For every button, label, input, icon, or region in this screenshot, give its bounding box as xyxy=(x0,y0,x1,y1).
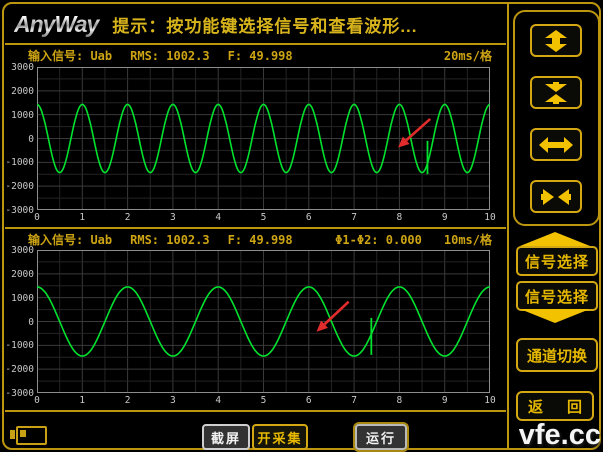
x-tick-label: 8 xyxy=(396,395,403,406)
y-tick-label: 2000 xyxy=(11,85,34,97)
chart2-signal-label: 输入信号: Uab xyxy=(28,233,113,247)
x-tick-label: 5 xyxy=(260,395,267,406)
x-tick-label: 9 xyxy=(441,395,448,406)
x-tick-label: 6 xyxy=(305,212,312,223)
chart1-waveform-plot xyxy=(37,67,490,210)
header-divider xyxy=(5,43,506,45)
back-button-label-right: 回 xyxy=(566,398,582,416)
chart1-rms-value: RMS: 1002.3 xyxy=(130,48,210,63)
x-tick-label: 2 xyxy=(124,212,131,223)
expand-horizontal-button[interactable] xyxy=(530,128,582,161)
expand-vertical-button[interactable] xyxy=(530,24,582,57)
screenshot-button[interactable]: 截屏 xyxy=(202,424,250,450)
x-tick-label: 5 xyxy=(260,212,267,223)
x-tick-label: 3 xyxy=(170,395,176,406)
run-button[interactable]: 运行 xyxy=(355,424,407,450)
prompt-text: 提示：按功能键选择信号和查看波形... xyxy=(112,16,418,36)
anyway-logo: AnyWay xyxy=(14,11,102,38)
signal-select-down-button[interactable]: 信号选择 xyxy=(516,281,598,311)
chart1-freq-value: F: 49.998 xyxy=(227,48,293,63)
y-tick-label: 3000 xyxy=(11,245,34,256)
x-tick-label: 6 xyxy=(305,395,312,406)
chart1-signal-label: 输入信号: Uab xyxy=(28,49,113,63)
chart-divider xyxy=(5,227,506,229)
y-tick-label: -1000 xyxy=(5,157,34,169)
x-tick-label: 1 xyxy=(79,395,86,406)
chart2-info-row: 输入信号: Uab RMS: 1002.3 F: 49.998 Φ1-Φ2: 0… xyxy=(28,231,492,248)
back-button[interactable]: 返 回 xyxy=(516,391,594,421)
chart1-info-row: 输入信号: Uab RMS: 1002.3 F: 49.998 20ms/格 xyxy=(28,47,492,64)
y-tick-label: -2000 xyxy=(5,181,34,193)
x-tick-label: 4 xyxy=(215,395,222,406)
compress-vertical-icon xyxy=(545,81,567,104)
x-tick-label: 0 xyxy=(34,395,40,406)
bottombar-divider xyxy=(5,410,506,412)
y-tick-label: 1000 xyxy=(11,109,34,121)
compress-horizontal-icon xyxy=(541,188,571,205)
vfe-watermark: vfe.cc xyxy=(518,419,601,451)
x-tick-label: 0 xyxy=(34,212,40,223)
x-tick-label: 4 xyxy=(215,212,222,223)
y-tick-label: 2000 xyxy=(11,268,34,280)
signal-select-down-icon[interactable] xyxy=(520,309,590,323)
back-button-label-left: 返 xyxy=(528,398,544,416)
y-tick-label: -1000 xyxy=(5,340,34,352)
signal-select-up-button[interactable]: 信号选择 xyxy=(516,246,598,276)
chart2-timebase: 10ms/格 xyxy=(443,233,492,247)
chart1-timebase: 20ms/格 xyxy=(443,49,492,63)
x-tick-label: 1 xyxy=(79,212,86,223)
x-tick-label: 9 xyxy=(441,212,448,223)
anyway-analyzer-screen: AnyWay 提示：按功能键选择信号和查看波形... 输入信号: Uab RMS… xyxy=(0,0,603,452)
x-tick-label: 10 xyxy=(484,395,496,406)
sidebar-divider xyxy=(507,4,509,448)
y-tick-label: 0 xyxy=(28,316,34,328)
header: AnyWay 提示：按功能键选择信号和查看波形... xyxy=(14,6,502,42)
x-tick-label: 2 xyxy=(124,395,131,406)
x-tick-label: 7 xyxy=(351,212,357,223)
battery-icon xyxy=(10,426,47,445)
chart2-phase-delta: Φ1-Φ2: 0.000 xyxy=(335,232,422,247)
y-tick-label: 3000 xyxy=(11,62,34,73)
x-tick-label: 8 xyxy=(396,212,403,223)
y-tick-label: 0 xyxy=(28,133,34,145)
x-tick-label: 3 xyxy=(170,212,176,223)
chart2-waveform-plot xyxy=(37,250,490,393)
y-tick-label: 1000 xyxy=(11,292,34,304)
channel-switch-button[interactable]: 通道切换 xyxy=(516,338,598,372)
x-tick-label: 10 xyxy=(484,212,496,223)
expand-horizontal-icon xyxy=(539,136,573,153)
compress-vertical-button[interactable] xyxy=(530,76,582,109)
compress-horizontal-button[interactable] xyxy=(530,180,582,213)
x-tick-label: 7 xyxy=(351,395,357,406)
y-tick-label: -2000 xyxy=(5,364,34,376)
chart2-freq-value: F: 49.998 xyxy=(227,232,293,247)
signal-select-up-icon[interactable] xyxy=(520,232,590,246)
expand-vertical-icon xyxy=(545,29,567,52)
start-capture-button[interactable]: 开采集 xyxy=(252,424,308,450)
chart2-rms-value: RMS: 1002.3 xyxy=(130,232,210,247)
